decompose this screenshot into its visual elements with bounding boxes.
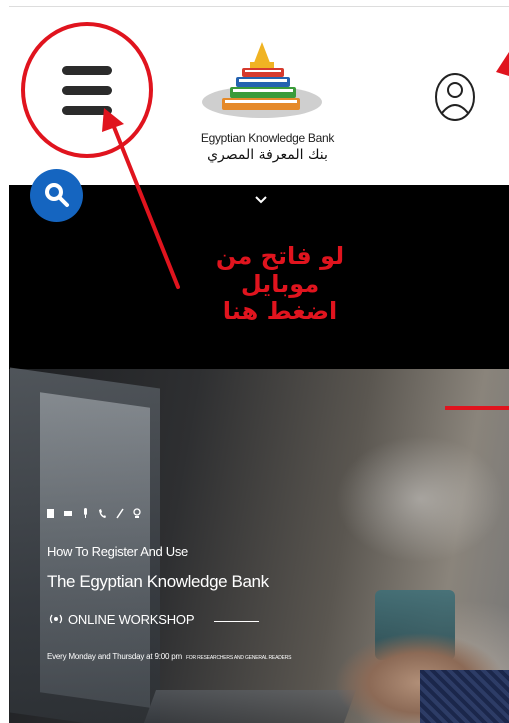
- annotation-dash: [445, 406, 509, 410]
- schedule-time: Every Monday and Thursday at 9:00 pm: [47, 652, 182, 661]
- logo-text-ar: بنك المعرفة المصري: [207, 147, 328, 163]
- top-divider: [0, 6, 509, 7]
- microphone-icon: [84, 508, 87, 518]
- search-icon: [45, 183, 69, 207]
- annotation-text-line1: لو فاتح من موبايل: [215, 242, 345, 298]
- workshop-label-text: ONLINE WORKSHOP: [68, 612, 195, 627]
- phone-icon: [99, 509, 106, 518]
- workshop-label: ONLINE WORKSHOP: [47, 612, 194, 627]
- menu-button[interactable]: [62, 66, 112, 118]
- hamburger-icon-bar: [62, 106, 112, 115]
- hamburger-icon-bar: [62, 86, 112, 95]
- annotation-text-line2: اضغط هنا: [222, 297, 338, 325]
- logo-text-en: Egyptian Knowledge Bank: [200, 131, 335, 145]
- schedule-audience: FOR RESEARCHERS AND GENERAL READERS: [185, 655, 292, 661]
- workshop-divider: [214, 621, 259, 622]
- hero-sleeve: [420, 670, 509, 723]
- hero-keyboard: [143, 690, 357, 723]
- site-header: Egyptian Knowledge Bank بنك المعرفة المص…: [0, 0, 509, 185]
- ekb-logo-icon[interactable]: [200, 40, 325, 130]
- schedule-text: Every Monday and Thursday at 9:00 pm FOR …: [47, 652, 291, 661]
- hamburger-icon-bar: [62, 66, 112, 75]
- left-edge: [0, 0, 9, 723]
- book-icon: [47, 509, 54, 518]
- broadcast-icon: [49, 614, 63, 624]
- video-icon: [64, 511, 72, 516]
- hero-subtitle: How To Register And Use: [47, 544, 188, 559]
- media-icons-row: [47, 508, 141, 522]
- user-icon[interactable]: [433, 71, 477, 123]
- lightbulb-icon: [133, 508, 141, 518]
- quill-icon: [116, 508, 124, 519]
- hero-title: The Egyptian Knowledge Bank: [47, 572, 269, 591]
- page: Egyptian Knowledge Bank بنك المعرفة المص…: [0, 0, 509, 723]
- chevron-down-icon[interactable]: [254, 195, 268, 205]
- search-button[interactable]: [30, 169, 83, 222]
